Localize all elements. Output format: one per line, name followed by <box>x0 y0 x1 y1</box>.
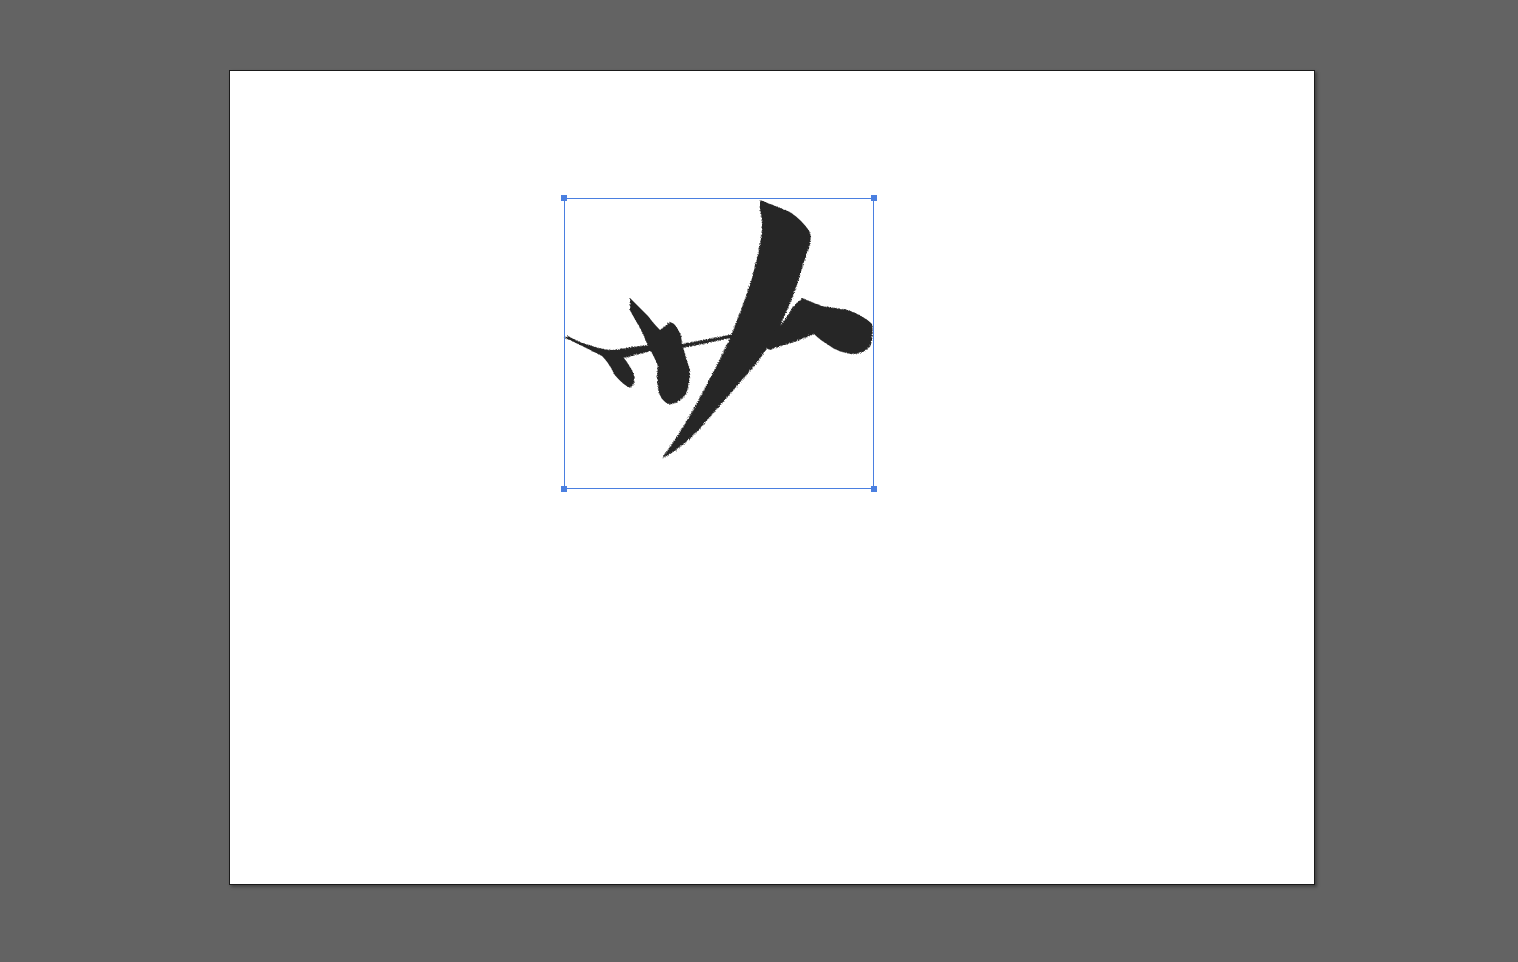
resize-handle-top-right[interactable] <box>871 195 877 201</box>
canvas-workspace[interactable] <box>0 0 1518 962</box>
resize-handle-top-left[interactable] <box>561 195 567 201</box>
resize-handle-bottom-left[interactable] <box>561 486 567 492</box>
placed-calligraphy-image[interactable] <box>564 198 874 490</box>
resize-handle-bottom-right[interactable] <box>871 486 877 492</box>
calligraphy-artwork <box>564 200 873 458</box>
